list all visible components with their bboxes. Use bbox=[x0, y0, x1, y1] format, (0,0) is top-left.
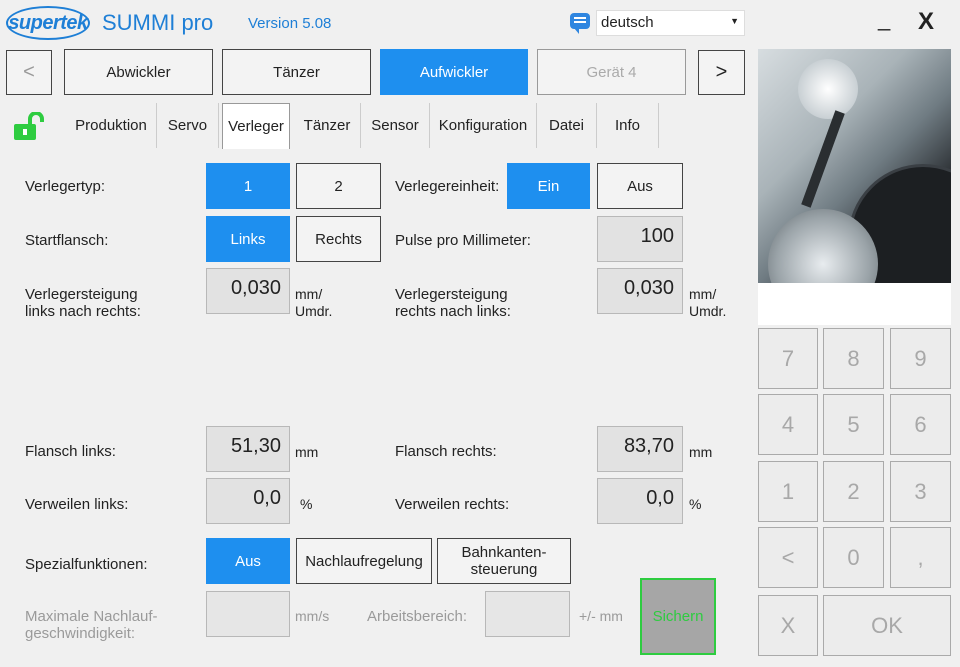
arbeitsbereich-unit: +/- mm bbox=[579, 608, 623, 624]
pulse-label: Pulse pro Millimeter: bbox=[395, 232, 531, 249]
startflansch-label: Startflansch: bbox=[25, 232, 109, 249]
device-geraet4-button[interactable]: Gerät 4 bbox=[537, 49, 686, 95]
tab-info[interactable]: Info bbox=[597, 103, 659, 148]
verlegertyp-2-button[interactable]: 2 bbox=[296, 163, 381, 209]
steigung-rl-unit: mm/ Umdr. bbox=[689, 286, 726, 320]
verweilen-rechts-label: Verweilen rechts: bbox=[395, 496, 510, 513]
key-9[interactable]: 9 bbox=[890, 328, 951, 389]
nachlauf-label-line1: Maximale Nachlauf- bbox=[25, 608, 158, 625]
nachlauf-label-line2: geschwindigkeit: bbox=[25, 625, 136, 642]
steigung-rl-label-line2: rechts nach links: bbox=[395, 303, 511, 320]
steigung-rl-label: Verlegersteigung rechts nach links: bbox=[395, 286, 511, 320]
key-3[interactable]: 3 bbox=[890, 461, 951, 522]
key-4[interactable]: 4 bbox=[758, 394, 818, 455]
unlock-icon[interactable] bbox=[14, 112, 48, 140]
steigung-lr-label: Verlegersteigung links nach rechts: bbox=[25, 286, 141, 320]
nachlauf-unit: mm/s bbox=[295, 608, 330, 624]
verweilen-rechts-unit: % bbox=[689, 496, 702, 512]
flansch-rechts-field[interactable]: 83,70 bbox=[597, 426, 683, 472]
steigung-rl-field[interactable]: 0,030 bbox=[597, 268, 683, 314]
tab-verleger[interactable]: Verleger bbox=[222, 103, 290, 149]
device-taenzer-button[interactable]: Tänzer bbox=[222, 49, 371, 95]
nachlauf-field[interactable] bbox=[206, 591, 290, 637]
tab-taenzer[interactable]: Tänzer bbox=[294, 103, 361, 148]
pulse-field[interactable]: 100 bbox=[597, 216, 683, 262]
verlegertyp-1-button[interactable]: 1 bbox=[206, 163, 290, 209]
steigung-rl-unit-line2: Umdr. bbox=[689, 303, 727, 319]
machine-photo bbox=[758, 49, 951, 283]
spezial-aus-button[interactable]: Aus bbox=[206, 538, 290, 584]
steigung-lr-unit-line1: mm/ bbox=[295, 286, 323, 302]
minimize-button[interactable]: _ bbox=[878, 6, 890, 32]
app-title: SUMMI pro bbox=[102, 10, 214, 35]
bahnkantensteuerung-button[interactable]: Bahnkanten- steuerung bbox=[437, 538, 571, 584]
verweilen-links-field[interactable]: 0,0 bbox=[206, 478, 290, 524]
key-8[interactable]: 8 bbox=[823, 328, 884, 389]
key-1[interactable]: 1 bbox=[758, 461, 818, 522]
supertek-logo: supertek bbox=[6, 6, 90, 40]
key-cancel[interactable]: X bbox=[758, 595, 818, 656]
nachlauf-label: Maximale Nachlauf- geschwindigkeit: bbox=[25, 608, 158, 642]
device-prev-button[interactable]: < bbox=[6, 50, 52, 95]
steigung-lr-label-line2: links nach rechts: bbox=[25, 303, 141, 320]
close-button[interactable]: X bbox=[918, 8, 934, 36]
tab-sensor[interactable]: Sensor bbox=[361, 103, 430, 148]
startflansch-links-button[interactable]: Links bbox=[206, 216, 290, 262]
chevron-down-icon: ▼ bbox=[730, 16, 739, 26]
key-ok[interactable]: OK bbox=[823, 595, 951, 656]
save-button[interactable]: Sichern bbox=[640, 578, 716, 655]
key-7[interactable]: 7 bbox=[758, 328, 818, 389]
bahnkanten-line2: steuerung bbox=[470, 561, 538, 578]
flansch-links-field[interactable]: 51,30 bbox=[206, 426, 290, 472]
steigung-lr-unit: mm/ Umdr. bbox=[295, 286, 332, 320]
steigung-lr-unit-line2: Umdr. bbox=[295, 303, 333, 319]
verlegereinheit-aus-button[interactable]: Aus bbox=[597, 163, 683, 209]
steigung-lr-label-line1: Verlegersteigung bbox=[25, 286, 138, 303]
key-0[interactable]: 0 bbox=[823, 527, 884, 588]
chat-language-icon bbox=[570, 13, 590, 34]
key-5[interactable]: 5 bbox=[823, 394, 884, 455]
tab-konfiguration[interactable]: Konfiguration bbox=[430, 103, 537, 148]
steigung-rl-label-line1: Verlegersteigung bbox=[395, 286, 508, 303]
steigung-rl-unit-line1: mm/ bbox=[689, 286, 717, 302]
device-aufwickler-button[interactable]: Aufwickler bbox=[380, 49, 528, 95]
photo-caption-area bbox=[758, 283, 951, 325]
steigung-lr-field[interactable]: 0,030 bbox=[206, 268, 290, 314]
arbeitsbereich-field[interactable] bbox=[485, 591, 570, 637]
tab-datei[interactable]: Datei bbox=[537, 103, 597, 148]
flansch-rechts-label: Flansch rechts: bbox=[395, 443, 497, 460]
verlegertyp-label: Verlegertyp: bbox=[25, 178, 106, 195]
flansch-links-label: Flansch links: bbox=[25, 443, 116, 460]
key-6[interactable]: 6 bbox=[890, 394, 951, 455]
verweilen-links-unit: % bbox=[300, 496, 313, 512]
tab-servo[interactable]: Servo bbox=[157, 103, 219, 148]
verweilen-rechts-field[interactable]: 0,0 bbox=[597, 478, 683, 524]
verlegereinheit-ein-button[interactable]: Ein bbox=[507, 163, 590, 209]
nachlaufregelung-button[interactable]: Nachlaufregelung bbox=[296, 538, 432, 584]
key-2[interactable]: 2 bbox=[823, 461, 884, 522]
device-abwickler-button[interactable]: Abwickler bbox=[64, 49, 213, 95]
startflansch-rechts-button[interactable]: Rechts bbox=[296, 216, 381, 262]
bahnkanten-line1: Bahnkanten- bbox=[461, 544, 547, 561]
device-next-button[interactable]: > bbox=[698, 50, 745, 95]
language-value: deutsch bbox=[601, 14, 654, 31]
verlegereinheit-label: Verlegereinheit: bbox=[395, 178, 500, 195]
verweilen-links-label: Verweilen links: bbox=[25, 496, 129, 513]
flansch-links-unit: mm bbox=[295, 444, 319, 460]
logo-text: supertek bbox=[8, 11, 88, 34]
spezial-label: Spezialfunktionen: bbox=[25, 556, 148, 573]
key-comma[interactable]: , bbox=[890, 527, 951, 588]
language-select[interactable]: deutsch ▼ bbox=[596, 10, 745, 36]
flansch-rechts-unit: mm bbox=[689, 444, 713, 460]
tab-produktion[interactable]: Produktion bbox=[66, 103, 157, 148]
version-label: Version 5.08 bbox=[248, 15, 332, 32]
arbeitsbereich-label: Arbeitsbereich: bbox=[367, 608, 468, 625]
key-backspace[interactable]: < bbox=[758, 527, 818, 588]
